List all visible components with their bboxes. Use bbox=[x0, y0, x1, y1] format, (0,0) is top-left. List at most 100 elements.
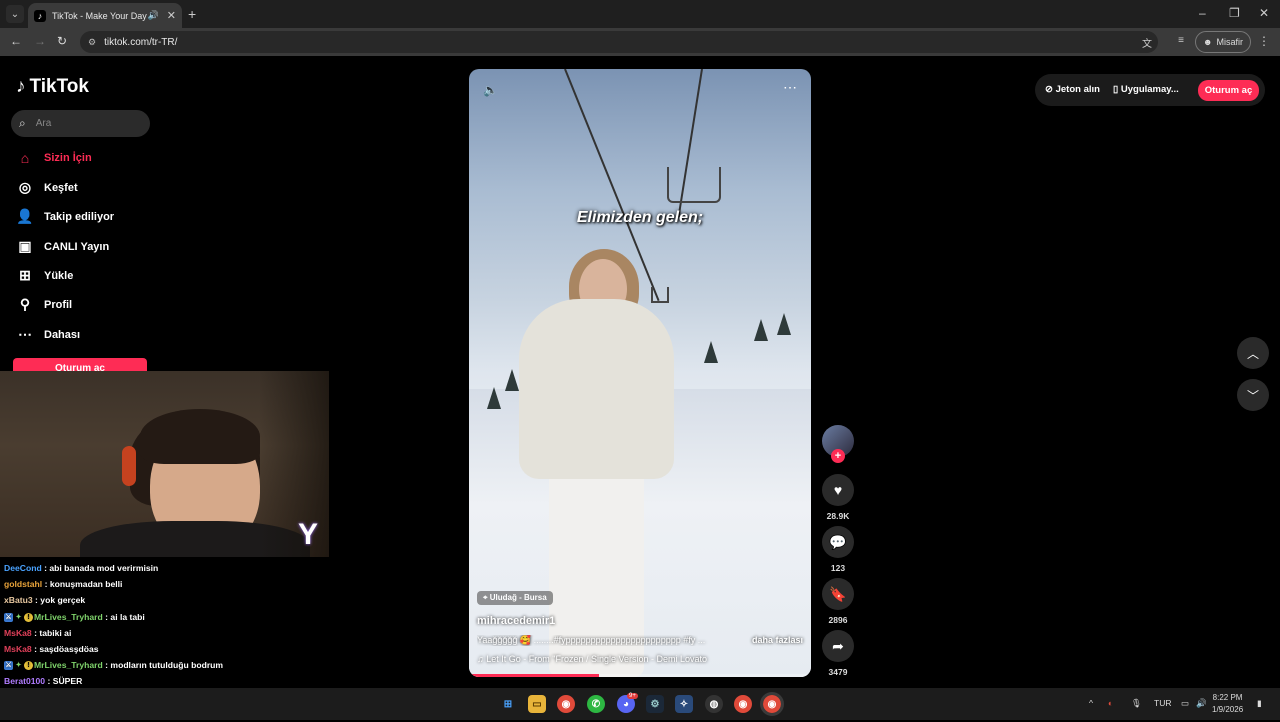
tiktok-logo[interactable]: ♪ TikTok bbox=[16, 76, 89, 98]
share-count: 3479 bbox=[828, 667, 848, 677]
webcam-fringe bbox=[140, 409, 260, 464]
follow-plus-icon[interactable]: + bbox=[831, 449, 845, 463]
chat-username[interactable]: goldstahl bbox=[4, 579, 42, 589]
speaker-icon[interactable]: 🔊 bbox=[1196, 698, 1207, 709]
home-icon: ⌂ bbox=[20, 150, 30, 166]
profile-button[interactable]: ☻ Misafir bbox=[1195, 31, 1251, 53]
nav-item-more[interactable]: ⋯ Dahası bbox=[16, 326, 80, 343]
next-video-button[interactable]: ﹀ bbox=[1237, 379, 1269, 411]
music-row[interactable]: ♫ Let It Go - From "Frozen / Single Vers… bbox=[477, 654, 803, 664]
comment-count: 123 bbox=[830, 563, 846, 573]
chat-message: ⚔ ✦! MrLives_Tryhard : ai la tabi bbox=[4, 609, 324, 625]
chairlift bbox=[651, 287, 669, 303]
forward-icon[interactable]: → bbox=[34, 34, 46, 48]
chrome-profile-icon[interactable]: ◉ bbox=[734, 695, 752, 713]
browser-tab-bar: ⌄ ♪ TikTok - Make Your Day 🔊 ✕ + – ❐ ✕ bbox=[0, 0, 1280, 28]
steam-icon[interactable]: ⚙ bbox=[646, 695, 664, 713]
whatsapp-icon[interactable]: ✆ bbox=[587, 695, 605, 713]
volume-icon[interactable]: 🔈 bbox=[483, 83, 498, 97]
language-indicator[interactable]: TUR bbox=[1154, 698, 1171, 708]
location-label: Uludağ - Bursa bbox=[489, 593, 547, 602]
browser-menu-icon[interactable]: ⋮ bbox=[1258, 34, 1270, 48]
chat-username[interactable]: xBatu3 bbox=[4, 595, 33, 605]
restore-icon[interactable]: ❐ bbox=[1229, 6, 1240, 20]
sparkle-badge-icon: ✦ bbox=[15, 613, 22, 621]
chat-separator: : bbox=[45, 676, 53, 687]
obs-icon[interactable]: ◍ bbox=[705, 695, 723, 713]
app-icon[interactable]: ✧ bbox=[675, 695, 693, 713]
nav-item-following[interactable]: 👤 Takip ediliyor bbox=[16, 208, 114, 225]
person-jacket bbox=[519, 299, 674, 479]
notification-icon[interactable]: ▮ bbox=[1257, 698, 1262, 709]
tiktok-favicon-icon: ♪ bbox=[34, 9, 46, 22]
chat-username[interactable]: MrLives_Tryhard bbox=[34, 660, 103, 670]
chat-username[interactable]: MsKa8 bbox=[4, 644, 32, 654]
back-icon[interactable]: ← bbox=[10, 34, 22, 48]
video-progress-bar[interactable] bbox=[469, 674, 811, 677]
start-icon[interactable]: ⊞ bbox=[499, 695, 517, 713]
app-label: Uygulamay... bbox=[1120, 84, 1179, 95]
moderator-badge-icon: ⚔ bbox=[4, 661, 13, 671]
video-description: Yaağğğğğ 🥰 ........#fypppppppppppppppppp… bbox=[477, 635, 706, 645]
comment-button[interactable]: 💬 bbox=[822, 526, 854, 558]
get-coins-button[interactable]: ⊘ Jeton alın bbox=[1045, 84, 1100, 95]
nav-item-upload[interactable]: ⊞ Yükle bbox=[16, 267, 73, 284]
url-input[interactable]: ⚙ tiktok.com/tr-TR/ bbox=[80, 31, 1158, 53]
nav-item-for-you[interactable]: ⌂ Sizin İçin bbox=[16, 150, 92, 166]
more-options-icon[interactable]: ⋯ bbox=[783, 79, 797, 96]
media-control-icon[interactable]: ≡ bbox=[1178, 35, 1184, 46]
tiktok-note-icon: ♪ bbox=[16, 76, 26, 97]
profile-icon: ⚲ bbox=[19, 296, 31, 312]
chat-username[interactable]: MsKa8 bbox=[4, 628, 32, 638]
author-name[interactable]: mihracedemir1 bbox=[477, 615, 803, 627]
tree bbox=[487, 387, 501, 409]
moderator-badge-icon: ⚔ bbox=[4, 612, 13, 622]
clock[interactable]: 8:22 PM 1/9/2026 bbox=[1212, 692, 1243, 716]
new-tab-button[interactable]: + bbox=[188, 6, 196, 22]
see-more-link[interactable]: daha fazlası bbox=[752, 635, 803, 646]
nav-item-explore[interactable]: ◎ Keşfet bbox=[16, 179, 78, 196]
video-player[interactable]: Elimizden gelen; 🔈 ⋯ ⌖ Uludağ - Bursa mi… bbox=[469, 69, 811, 677]
tray-chevron-icon[interactable]: ^ bbox=[1089, 698, 1093, 708]
previous-video-button[interactable]: ︿ bbox=[1237, 337, 1269, 369]
chrome-active-icon[interactable]: ◉ bbox=[760, 692, 784, 716]
save-button[interactable]: 🔖 bbox=[822, 578, 854, 610]
chat-username[interactable]: MrLives_Tryhard bbox=[34, 612, 103, 622]
tab-search-button[interactable]: ⌄ bbox=[6, 5, 24, 23]
site-info-icon[interactable]: ⚙ bbox=[88, 37, 96, 48]
headphones-icon bbox=[122, 446, 136, 486]
chrome-icon[interactable]: ◉ bbox=[557, 695, 575, 713]
tray-app-icon[interactable]: ◐ bbox=[1108, 698, 1113, 708]
login-button[interactable]: Oturum aç bbox=[1198, 80, 1259, 101]
minimize-icon[interactable]: – bbox=[1199, 6, 1206, 20]
microphone-icon[interactable]: 🎙 bbox=[1131, 698, 1142, 709]
music-title: Let It Go - From "Frozen / Single Versio… bbox=[486, 654, 708, 664]
translate-icon[interactable]: 文 bbox=[1142, 35, 1152, 50]
tab-audio-icon[interactable]: 🔊 bbox=[148, 10, 159, 21]
tree bbox=[505, 369, 519, 391]
nav-item-profile[interactable]: ⚲ Profil bbox=[16, 296, 72, 313]
network-icon[interactable]: ▭ bbox=[1181, 698, 1189, 709]
browser-tab[interactable]: ♪ TikTok - Make Your Day 🔊 ✕ bbox=[28, 3, 182, 28]
file-explorer-icon[interactable]: ▭ bbox=[528, 695, 546, 713]
webcam-overlay bbox=[0, 371, 329, 557]
nav-item-live[interactable]: ▣ CANLI Yayın bbox=[16, 238, 109, 255]
chat-text: ai la tabi bbox=[110, 611, 145, 622]
reload-icon[interactable]: ↻ bbox=[57, 34, 67, 48]
tab-close-icon[interactable]: ✕ bbox=[167, 9, 176, 22]
like-count: 28.9K bbox=[826, 511, 850, 521]
window-close-icon[interactable]: ✕ bbox=[1259, 6, 1269, 20]
date: 1/9/2026 bbox=[1212, 705, 1244, 714]
chat-message: xBatu3 : yok gerçek bbox=[4, 592, 324, 608]
get-app-button[interactable]: ▯ Uygulamay... bbox=[1113, 84, 1179, 95]
location-pin-icon: ⌖ bbox=[483, 593, 488, 602]
share-button[interactable]: ➦ bbox=[822, 630, 854, 662]
chat-text: konuşmadan belli bbox=[49, 579, 123, 590]
location-badge[interactable]: ⌖ Uludağ - Bursa bbox=[477, 591, 553, 605]
search-input[interactable]: ⌕ Ara bbox=[11, 110, 150, 137]
chat-username[interactable]: Berat0100 bbox=[4, 676, 45, 686]
bookmark-icon: 🔖 bbox=[829, 585, 847, 602]
like-button[interactable]: ♥ bbox=[822, 474, 854, 506]
chairlift bbox=[667, 167, 721, 203]
chat-username[interactable]: DeeCond bbox=[4, 563, 42, 573]
